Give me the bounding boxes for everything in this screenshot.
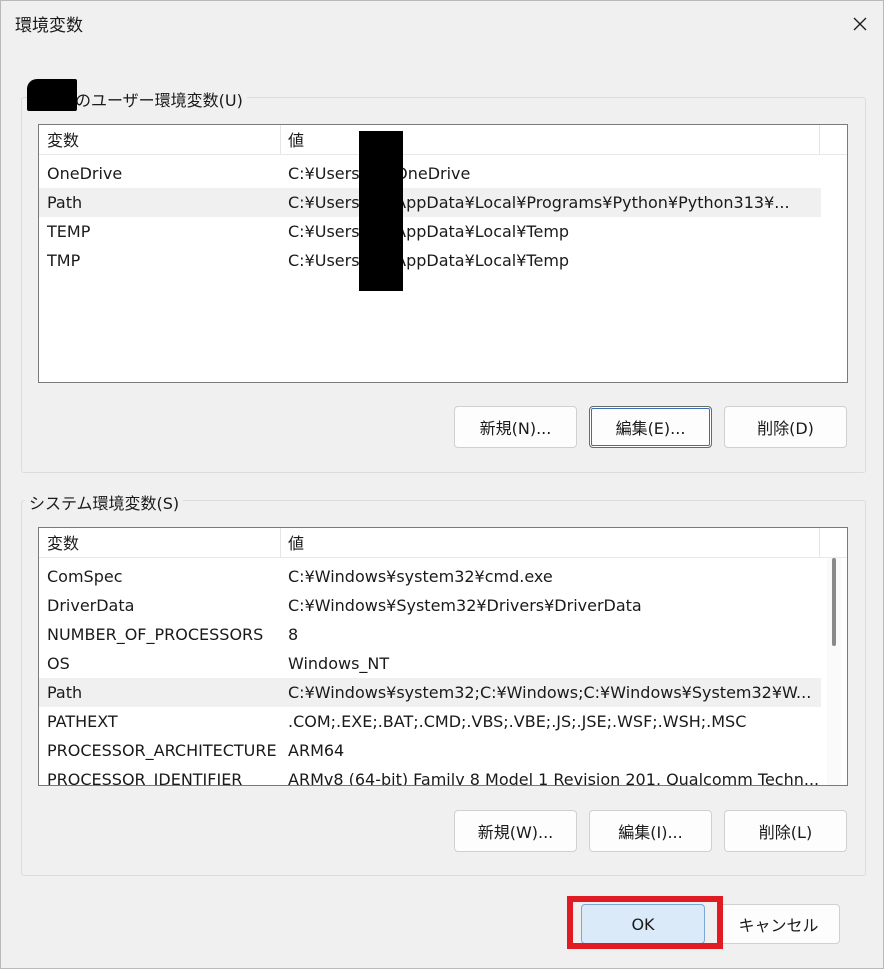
variable-name: NUMBER_OF_PROCESSORS — [47, 625, 264, 644]
table-row[interactable]: Path C:¥Windows¥system32;C:¥Windows;C:¥W… — [39, 678, 821, 707]
close-icon — [853, 17, 867, 31]
variable-value: C:¥Windows¥system32¥cmd.exe — [288, 567, 553, 586]
variable-value: C:¥Windows¥system32;C:¥Windows;C:¥Window… — [288, 683, 812, 702]
column-separator[interactable] — [280, 528, 281, 558]
user-variables-legend: のユーザー環境変数(U) — [71, 87, 247, 111]
table-row[interactable]: DriverData C:¥Windows¥System32¥Drivers¥D… — [39, 591, 821, 620]
variable-value: ARMv8 (64-bit) Family 8 Model 1 Revision… — [288, 770, 818, 786]
user-variables-list[interactable]: 変数 値 OneDrive C:¥Users¥ n¥OneDrive Path … — [38, 124, 848, 383]
system-column-value[interactable]: 値 — [288, 528, 304, 558]
system-variables-legend: システム環境変数(S) — [25, 490, 184, 514]
table-row[interactable]: NUMBER_OF_PROCESSORS 8 — [39, 620, 821, 649]
table-row[interactable]: TEMP C:¥Users¥ n¥AppData¥Local¥Temp — [39, 217, 821, 246]
vertical-scrollbar[interactable] — [827, 558, 841, 785]
cancel-button[interactable]: キャンセル — [717, 904, 840, 944]
user-column-value[interactable]: 値 — [288, 125, 304, 155]
user-column-variable[interactable]: 変数 — [47, 125, 79, 155]
column-separator[interactable] — [819, 528, 820, 558]
table-row[interactable]: ComSpec C:¥Windows¥system32¥cmd.exe — [39, 562, 821, 591]
variable-value: C:¥Windows¥System32¥Drivers¥DriverData — [288, 596, 642, 615]
variable-name: PROCESSOR_ARCHITECTURE — [47, 741, 277, 760]
table-row[interactable]: PROCESSOR_IDENTIFIER ARMv8 (64-bit) Fami… — [39, 765, 821, 786]
variable-name: Path — [47, 193, 83, 212]
variable-name: OS — [47, 654, 70, 673]
system-new-button[interactable]: 新規(W)... — [454, 810, 577, 852]
variable-name: OneDrive — [47, 164, 123, 183]
scrollbar-thumb[interactable] — [832, 558, 836, 646]
user-list-header: 変数 値 — [39, 125, 847, 155]
table-row[interactable]: PATHEXT .COM;.EXE;.BAT;.CMD;.VBS;.VBE;.J… — [39, 707, 821, 736]
table-row[interactable]: OS Windows_NT — [39, 649, 821, 678]
variable-name: PROCESSOR_IDENTIFIER — [47, 770, 243, 786]
variable-name: PATHEXT — [47, 712, 118, 731]
column-separator[interactable] — [819, 125, 820, 155]
close-button[interactable] — [837, 1, 883, 47]
user-delete-button[interactable]: 削除(D) — [724, 406, 847, 448]
variable-name: ComSpec — [47, 567, 123, 586]
system-edit-button[interactable]: 編集(I)... — [589, 810, 712, 852]
variable-name: Path — [47, 683, 83, 702]
variable-value: ARM64 — [288, 741, 345, 760]
user-edit-button[interactable]: 編集(E)... — [589, 406, 712, 448]
redacted-username — [27, 79, 77, 111]
environment-variables-dialog: 環境変数 のユーザー環境変数(U) 変数 値 OneDrive C:¥Users… — [0, 0, 884, 969]
table-row[interactable]: Path C:¥Users¥ n¥AppData¥Local¥Programs¥… — [39, 188, 821, 217]
column-separator[interactable] — [280, 125, 281, 155]
system-delete-button[interactable]: 削除(L) — [724, 810, 847, 852]
system-column-variable[interactable]: 変数 — [47, 528, 79, 558]
title-bar: 環境変数 — [1, 1, 883, 47]
table-row[interactable]: TMP C:¥Users¥ n¥AppData¥Local¥Temp — [39, 246, 821, 275]
variable-value: 8 — [288, 625, 299, 644]
variable-name: TEMP — [47, 222, 91, 241]
variable-value: .COM;.EXE;.BAT;.CMD;.VBS;.VBE;.JS;.JSE;.… — [288, 712, 747, 731]
user-new-button[interactable]: 新規(N)... — [454, 406, 577, 448]
variable-value: Windows_NT — [288, 654, 390, 673]
variable-name: DriverData — [47, 596, 135, 615]
variable-name: TMP — [47, 251, 81, 270]
system-list-header: 変数 値 — [39, 528, 847, 558]
table-row[interactable]: OneDrive C:¥Users¥ n¥OneDrive — [39, 159, 821, 188]
ok-highlight-annotation — [567, 896, 723, 949]
system-variables-list[interactable]: 変数 値 ComSpec C:¥Windows¥system32¥cmd.exe… — [38, 527, 848, 786]
redacted-path-segment — [359, 131, 403, 291]
window-title: 環境変数 — [15, 16, 83, 36]
table-row[interactable]: PROCESSOR_ARCHITECTURE ARM64 — [39, 736, 821, 765]
